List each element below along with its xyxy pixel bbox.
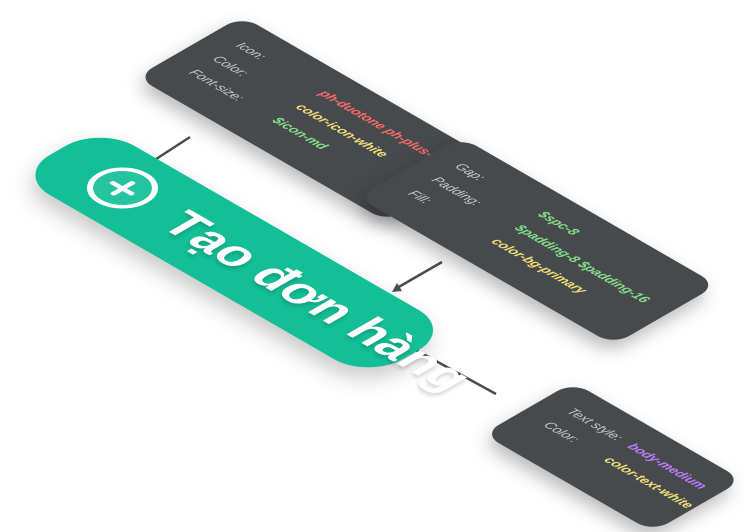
connector-layout-card	[396, 260, 443, 290]
design-spec-illustration: Icon: ph-duotone ph-plus-circle Color: c…	[0, 0, 746, 532]
connector-layout-arrow-tip	[392, 283, 402, 292]
plus-circle-icon	[72, 159, 173, 217]
